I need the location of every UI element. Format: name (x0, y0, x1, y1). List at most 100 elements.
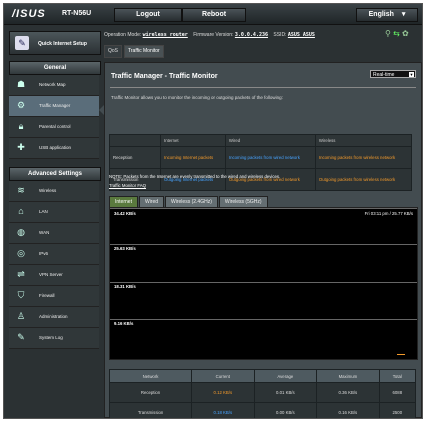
table-cell: Outgoing packets from wired network (224, 168, 316, 191)
table-header-row: Internet Wired Wireless (109, 134, 413, 147)
tab-qos[interactable]: QoS (104, 45, 123, 58)
language-select[interactable]: English ▾ (356, 8, 418, 22)
sidebar-label: Wireless (39, 188, 57, 193)
table-header: Network (108, 369, 193, 383)
log-icon: ✎ (17, 332, 25, 342)
quick-setup-label: Quick Internet Setup (38, 41, 87, 47)
home-icon: ⌂ (18, 206, 24, 216)
table-cell: 0.01 KB/s (253, 382, 318, 403)
table-header: Internet (160, 134, 226, 147)
traffic-stats-table: Network Current Average Maximum Total Re… (108, 369, 417, 418)
op-mode-link[interactable]: wireless router (143, 32, 188, 38)
y-axis-label: 18.31 KB/s (114, 284, 136, 289)
sidebar-item-vpn-server[interactable]: ⇌ VPN Server (9, 265, 99, 286)
table-header: Total (378, 369, 417, 383)
lock-icon: 🔒︎ (18, 121, 24, 131)
table-header-row: Network Current Average Maximum Total (108, 369, 417, 383)
sidebar-item-lan[interactable]: ⌂ LAN (9, 202, 99, 223)
traffic-manager-icon: ⚙ (16, 100, 26, 110)
network-icon[interactable]: ⇆ (393, 29, 400, 38)
table-cell: Incoming packets from wired network (224, 146, 316, 169)
graph-timestamp: Fri 03:11 pm / 25.77 KB/s (364, 211, 413, 216)
page-title: Traffic Manager - Traffic Monitor (111, 73, 218, 80)
sidebar-label: Parental control (39, 124, 71, 129)
table-header: Current (191, 369, 255, 383)
divider (110, 87, 416, 88)
globe-icon: ◍ (17, 227, 25, 237)
gridline (110, 208, 417, 209)
y-axis-label: 25.63 KB/s (114, 246, 136, 251)
table-cell: 0.36 KB/s (316, 382, 380, 403)
table-row: Transmission 0.18 KB/s 0.00 KB/s 0.16 KB… (108, 402, 417, 418)
traffic-line (397, 354, 405, 355)
top-bar: /ISUS RT-N56U Logout Reboot English ▾ (4, 4, 422, 25)
reboot-button[interactable]: Reboot (182, 8, 246, 22)
sub-tabs: QoS Traffic Monitor (104, 45, 166, 58)
vpn-icon: ⇌ (17, 269, 25, 279)
table-header: Wireless (314, 134, 413, 147)
faq-link[interactable]: Traffic Monitor FAQ (109, 183, 146, 188)
tab-traffic-monitor[interactable]: Traffic Monitor (124, 45, 164, 58)
user-icon: ♙ (16, 311, 26, 321)
sidebar-item-administration[interactable]: ♙ Administration (9, 307, 99, 328)
table-cell: 6088 (378, 382, 417, 403)
sidebar-item-ipv6[interactable]: ◎ IPv6 (9, 244, 99, 265)
table-header: Average (253, 369, 318, 383)
sidebar-item-network-map[interactable]: ☗ Network Map (9, 75, 99, 96)
mode-select[interactable]: Real-time ▼ (370, 70, 416, 78)
sidebar-item-system-log[interactable]: ✎ System Log (9, 328, 99, 349)
packet-types-table: Internet Wired Wireless Reception Incomi… (109, 134, 413, 191)
table-cell: 0.12 KB/s (191, 382, 255, 403)
sidebar-item-firewall[interactable]: ⛉ Firewall (9, 286, 99, 307)
sidebar-item-traffic-manager[interactable]: ⚙ Traffic Manager (9, 96, 99, 117)
table-cell: 0.16 KB/s (316, 402, 380, 418)
sidebar-label: System Log (39, 335, 63, 340)
logout-button[interactable]: Logout (114, 8, 182, 22)
ipv6-globe-icon: ◎ (17, 248, 25, 258)
sidebar-item-usb-application[interactable]: ✚ USB application (9, 138, 99, 159)
firmware-link[interactable]: 3.0.0.4.236 (235, 32, 268, 38)
table-row: Transmission Outgoing Internet packets O… (109, 168, 413, 191)
sidebar-label: LAN (39, 209, 48, 214)
op-mode-label: Operation Mode: (104, 32, 142, 38)
network-map-icon: ☗ (16, 79, 26, 89)
traffic-graph: 34.42 KB/s Fri 03:11 pm / 25.77 KB/s 25.… (109, 207, 418, 360)
settings-icon[interactable]: ✿ (402, 29, 409, 38)
table-row: Reception Incoming Internet packets Inco… (109, 146, 413, 169)
table-row: Reception 0.12 KB/s 0.01 KB/s 0.36 KB/s … (108, 382, 417, 403)
usb-icon[interactable]: ⚲ (385, 29, 391, 38)
sidebar-label: IPv6 (39, 251, 49, 256)
table-cell: Incoming Internet packets (160, 146, 226, 169)
ssid-link[interactable]: ASUS ASUS (288, 32, 315, 38)
router-admin-window: /ISUS RT-N56U Logout Reboot English ▾ Op… (3, 3, 423, 419)
table-cell: 0.00 KB/s (253, 402, 318, 418)
gridline (110, 244, 417, 245)
chart-tabs: Internet Wired Wireless (2.4GHz) Wireles… (109, 196, 269, 208)
gridline (110, 282, 417, 283)
sidebar-item-parental-control[interactable]: 🔒︎ Parental control (9, 117, 99, 138)
sidebar-label: Network Map (39, 82, 66, 87)
sidebar-item-wireless[interactable]: ≋ Wireless (9, 181, 99, 202)
y-axis-label: 34.42 KB/s (114, 211, 136, 216)
sidebar-item-wan[interactable]: ◍ WAN (9, 223, 99, 244)
ssid-label: SSID: (273, 32, 287, 38)
gridline (110, 319, 417, 320)
wand-icon: ✎ (15, 36, 29, 50)
status-icons: ⚲ ⇆ ✿ (385, 29, 409, 38)
model-name: RT-N56U (62, 10, 92, 17)
quick-internet-setup-button[interactable]: ✎ Quick Internet Setup (9, 31, 101, 55)
row-label: Reception (109, 146, 161, 169)
asus-logo: /ISUS (12, 8, 46, 20)
table-cell: Transmission (108, 402, 193, 418)
sidebar-label: Traffic Manager (39, 103, 71, 108)
sidebar-label: Administration (39, 314, 68, 319)
language-value: English (368, 11, 394, 18)
wifi-icon: ≋ (17, 185, 25, 195)
note-text: NOTE: Packets from the Internet are even… (109, 174, 281, 179)
shield-icon: ⛉ (17, 290, 25, 300)
sidebar-label: Firewall (39, 293, 55, 298)
status-line: Operation Mode: wireless router Firmware… (104, 32, 315, 38)
table-header: Maximum (316, 369, 380, 383)
table-cell: Outgoing Internet packets (160, 168, 226, 191)
table-cell: 2500 (378, 402, 417, 418)
